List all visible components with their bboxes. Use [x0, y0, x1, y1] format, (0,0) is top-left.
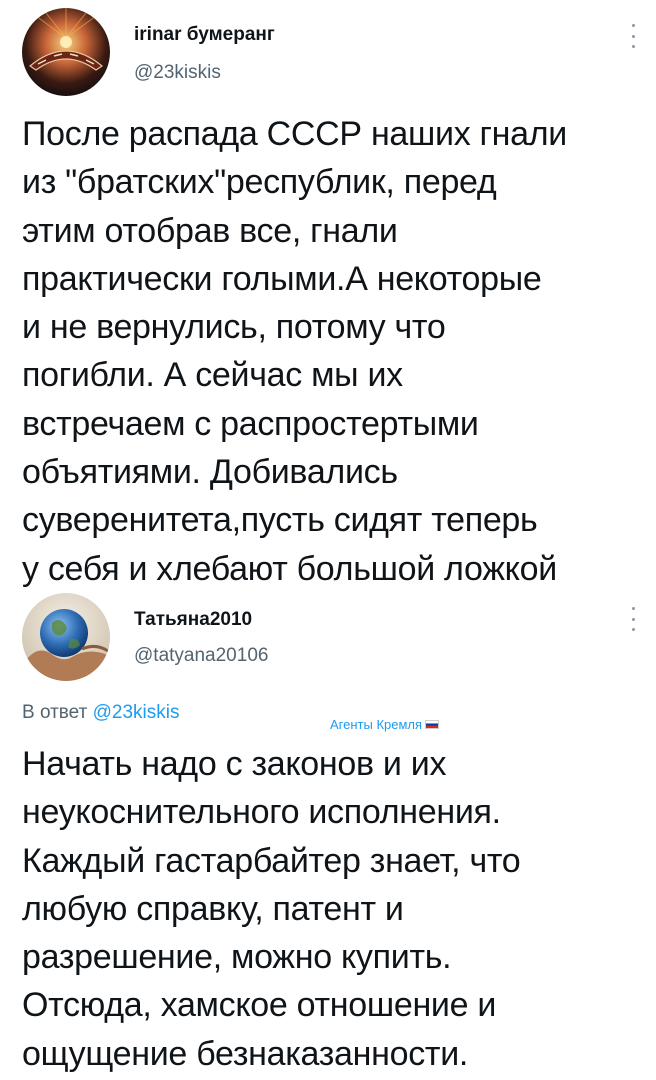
russian-flag-icon	[425, 720, 440, 729]
avatar[interactable]	[22, 593, 110, 681]
dot	[631, 34, 635, 38]
more-options-icon[interactable]	[630, 607, 636, 631]
dot	[631, 45, 635, 48]
reply-prefix: В ответ	[22, 702, 93, 723]
reply-mention-link[interactable]: @23kiskis	[93, 702, 180, 723]
tweet-text: После распада СССР наших гнали из "братс…	[22, 115, 567, 588]
author-display-name[interactable]: irinar бумеранг	[134, 24, 275, 46]
earth-in-hands-avatar-icon	[22, 593, 110, 681]
reply-context: В ответ @23kiskis	[22, 702, 179, 724]
author-handle[interactable]: @23kiskis	[134, 62, 221, 84]
boomerang-avatar-icon	[22, 8, 110, 96]
more-options-icon[interactable]	[630, 24, 636, 48]
dot	[631, 617, 635, 621]
dot	[631, 607, 635, 610]
dot	[631, 628, 635, 631]
tweet-text: Начать надо с законов и их неукоснительн…	[22, 745, 521, 1073]
author-display-name[interactable]: Татьяна2010	[134, 609, 252, 631]
dot	[631, 24, 635, 27]
author-handle[interactable]: @tatyana20106	[134, 645, 268, 667]
overlay-watermark: Агенты Кремля	[330, 717, 440, 732]
overlay-label-text: Агенты Кремля	[330, 717, 423, 732]
avatar[interactable]	[22, 8, 110, 96]
